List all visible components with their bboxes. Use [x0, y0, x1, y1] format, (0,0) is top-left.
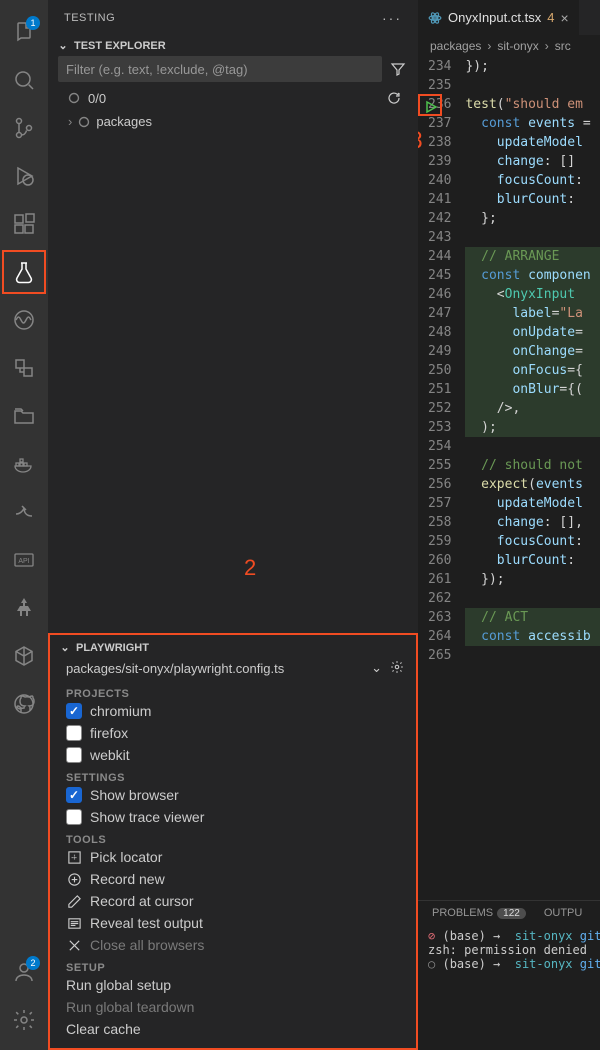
filter-icon[interactable]: [388, 59, 408, 79]
annotation-2: 2: [244, 555, 256, 581]
edit-icon: [66, 894, 82, 909]
project-webkit[interactable]: webkit: [50, 744, 416, 766]
editor-area: OnyxInput.ct.tsx 4 × packages › sit-onyx…: [418, 0, 600, 1050]
tab-modified-count: 4: [547, 10, 554, 25]
activity-bar: 1 API 2: [0, 0, 48, 1050]
terminal-body[interactable]: ⊘ (base) → sit-onyx git zsh: permission …: [418, 925, 600, 1050]
setting-show-browser[interactable]: Show browser: [50, 784, 416, 806]
explorer-icon[interactable]: 1: [0, 8, 48, 56]
tab-bar: OnyxInput.ct.tsx 4 ×: [418, 0, 600, 35]
gear-icon[interactable]: [390, 660, 404, 676]
explorer-badge: 1: [26, 16, 40, 30]
share-icon[interactable]: [0, 488, 48, 536]
breadcrumbs[interactable]: packages › sit-onyx › src: [418, 35, 600, 57]
setup-section-label: SETUP: [50, 956, 416, 974]
project-firefox[interactable]: firefox: [50, 722, 416, 744]
packages-label: packages: [96, 114, 152, 129]
tools-section-label: TOOLS: [50, 828, 416, 846]
tool-record-at-cursor[interactable]: Record at cursor: [50, 890, 416, 912]
tool-close-all-browsers: Close all browsers: [50, 934, 416, 956]
playwright-panel: ⌄ PLAYWRIGHT packages/sit-onyx/playwrigh…: [48, 633, 418, 1050]
cube-icon[interactable]: [0, 632, 48, 680]
setup-run-global-setup[interactable]: Run global setup: [50, 974, 416, 996]
source-control-icon[interactable]: [0, 104, 48, 152]
setup-clear-cache[interactable]: Clear cache: [50, 1018, 416, 1040]
github-icon[interactable]: [0, 680, 48, 728]
refresh-icon[interactable]: [384, 88, 404, 108]
filter-input[interactable]: [58, 56, 382, 82]
tab-filename: OnyxInput.ct.tsx: [448, 10, 541, 25]
sidebar-title: TESTING: [64, 12, 115, 24]
chevron-down-icon: ⌄: [58, 641, 72, 654]
tree-icon[interactable]: [0, 584, 48, 632]
accounts-icon[interactable]: 2: [0, 948, 48, 996]
run-test-gutter-button[interactable]: [418, 94, 442, 116]
test-count: 0/0: [88, 91, 106, 106]
project-chromium[interactable]: chromium: [50, 700, 416, 722]
folder-icon[interactable]: [0, 392, 48, 440]
checkbox[interactable]: [66, 703, 82, 719]
search-icon[interactable]: [0, 56, 48, 104]
projects-section-label: PROJECTS: [50, 682, 416, 700]
setting-show-trace-viewer[interactable]: Show trace viewer: [50, 806, 416, 828]
annotation-3: 3: [418, 129, 423, 154]
playwright-config-path[interactable]: packages/sit-onyx/playwright.config.ts: [66, 661, 284, 676]
testing-icon[interactable]: [2, 250, 46, 294]
checkbox[interactable]: [66, 809, 82, 825]
line-gutter: 2342352362372382392402412422432442452462…: [418, 57, 465, 900]
docker-icon[interactable]: [0, 440, 48, 488]
tool-record-new[interactable]: Record new: [50, 868, 416, 890]
output-tab[interactable]: OUTPU: [544, 907, 583, 919]
checkbox[interactable]: [66, 725, 82, 741]
editor-tab[interactable]: OnyxInput.ct.tsx 4 ×: [418, 0, 580, 35]
checkbox[interactable]: [66, 747, 82, 763]
packages-tree-item[interactable]: › packages: [48, 110, 418, 133]
setup-run-global-teardown: Run global teardown: [50, 996, 416, 1018]
target-icon: [66, 850, 82, 865]
test-explorer-header[interactable]: ⌄ TEST EXPLORER: [48, 35, 418, 56]
test-explorer-label: TEST EXPLORER: [74, 40, 166, 52]
record-icon: [66, 872, 82, 887]
playwright-header[interactable]: ⌄ PLAYWRIGHT: [50, 635, 416, 658]
chevron-down-icon: ⌄: [56, 39, 70, 52]
accounts-badge: 2: [26, 956, 40, 970]
code-editor[interactable]: });test("should em const events = update…: [465, 57, 600, 900]
problems-tab[interactable]: PROBLEMS122: [432, 907, 526, 919]
terminal-panel: PROBLEMS122 OUTPU ⊘ (base) → sit-onyx gi…: [418, 900, 600, 1050]
tool-reveal-test-output[interactable]: Reveal test output: [50, 912, 416, 934]
sidebar: TESTING ··· ⌄ TEST EXPLORER 0/0 › packag…: [48, 0, 418, 1050]
run-debug-icon[interactable]: [0, 152, 48, 200]
checkbox[interactable]: [66, 787, 82, 803]
playwright-label: PLAYWRIGHT: [76, 642, 149, 654]
svg-text:API: API: [18, 558, 29, 565]
extensions-icon[interactable]: [0, 200, 48, 248]
waveform-icon[interactable]: [0, 296, 48, 344]
tool-pick-locator[interactable]: Pick locator: [50, 846, 416, 868]
more-icon[interactable]: ···: [382, 10, 402, 26]
settings-section-label: SETTINGS: [50, 766, 416, 784]
settings-gear-icon[interactable]: [0, 996, 48, 1044]
references-icon[interactable]: [0, 344, 48, 392]
close-icon: [66, 938, 82, 953]
chevron-down-icon[interactable]: ⌄: [371, 660, 382, 676]
close-icon[interactable]: ×: [560, 10, 568, 26]
api-icon[interactable]: API: [0, 536, 48, 584]
output-icon: [66, 916, 82, 931]
